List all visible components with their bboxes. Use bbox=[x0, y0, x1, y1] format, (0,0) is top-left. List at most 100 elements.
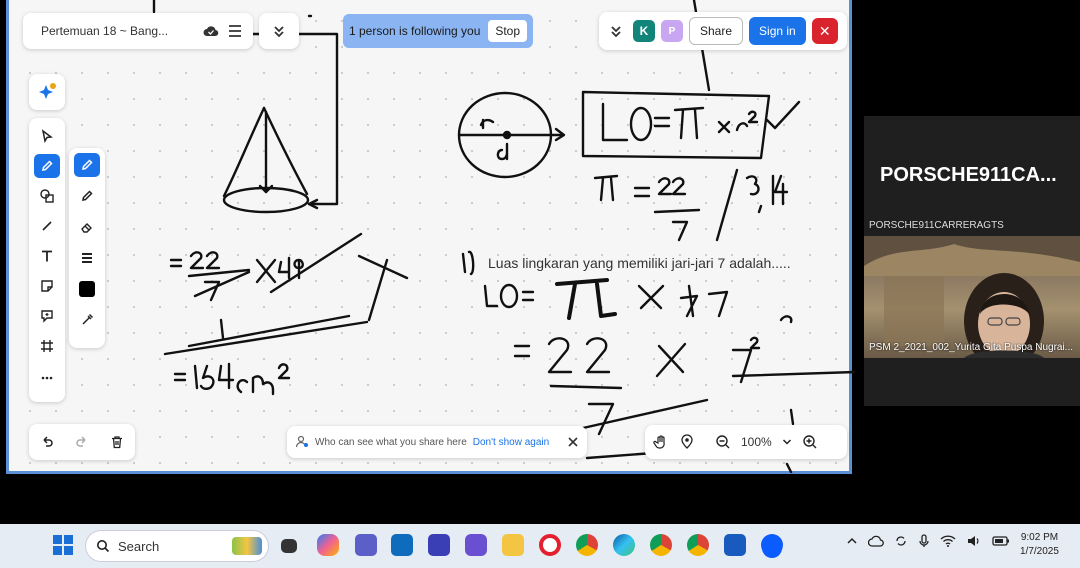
ink-drawing bbox=[152, 0, 855, 474]
people-settings-icon bbox=[295, 435, 309, 449]
chevron-down-icon bbox=[782, 439, 791, 445]
microphone-icon[interactable] bbox=[918, 534, 930, 548]
app-icon-blue[interactable] bbox=[428, 534, 450, 556]
battery-icon[interactable] bbox=[992, 535, 1010, 547]
zoom-out-icon bbox=[716, 435, 730, 449]
pen-tool[interactable] bbox=[34, 154, 60, 178]
wifi-icon[interactable] bbox=[940, 534, 956, 548]
question-text: Luas lingkaran yang memiliki jari-jari 7… bbox=[488, 255, 791, 271]
sticky-note-tool[interactable] bbox=[34, 274, 60, 298]
text-tool[interactable] bbox=[34, 244, 60, 268]
dont-show-again-link[interactable]: Don't show again bbox=[473, 437, 549, 448]
line-tool[interactable] bbox=[34, 214, 60, 238]
stop-following-button[interactable]: Stop bbox=[488, 20, 527, 42]
delete-button[interactable] bbox=[110, 435, 124, 449]
trash-icon bbox=[112, 436, 123, 449]
chevron-up-icon[interactable] bbox=[846, 535, 858, 547]
app-icon-cube[interactable] bbox=[465, 534, 487, 556]
pen-options bbox=[69, 148, 105, 348]
stroke-width-option[interactable] bbox=[74, 246, 100, 270]
sign-in-button[interactable]: Sign in bbox=[749, 17, 806, 45]
board-title[interactable]: Pertemuan 18 ~ Bang... bbox=[41, 24, 195, 38]
shapes-icon bbox=[40, 189, 54, 203]
shapes-tool[interactable] bbox=[34, 184, 60, 208]
edge-icon[interactable] bbox=[613, 534, 635, 556]
collapse-participants-button[interactable] bbox=[605, 24, 627, 38]
chrome-icon[interactable] bbox=[576, 534, 598, 556]
participant-video[interactable]: PSM 2_2021_002_Yurita Gita Puspa Nugrai.… bbox=[864, 236, 1080, 358]
privacy-text: Who can see what you share here bbox=[315, 436, 467, 448]
chrome-profile-k-icon[interactable] bbox=[687, 534, 709, 556]
following-message: 1 person is following you bbox=[349, 24, 481, 38]
zoom-app-icon[interactable] bbox=[761, 534, 783, 556]
undo-button[interactable] bbox=[40, 435, 54, 449]
opera-icon[interactable] bbox=[539, 534, 561, 556]
word-icon[interactable] bbox=[724, 534, 746, 556]
sticky-note-icon bbox=[41, 280, 53, 292]
file-explorer-icon[interactable] bbox=[502, 534, 524, 556]
share-button[interactable]: Share bbox=[689, 17, 744, 45]
chrome-profile-v-icon[interactable] bbox=[650, 534, 672, 556]
taskbar-search[interactable]: Search bbox=[86, 531, 268, 561]
avatar-k[interactable]: K bbox=[633, 20, 655, 42]
clock-date: 1/7/2025 bbox=[1020, 546, 1059, 557]
windows-taskbar: Search 9:02 PM 1/7/2025 bbox=[0, 524, 1080, 568]
screen: Luas lingkaran yang memiliki jari-jari 7… bbox=[0, 0, 1080, 568]
zoom-dropdown-button[interactable] bbox=[782, 437, 792, 447]
eraser-option[interactable] bbox=[74, 215, 100, 239]
system-clock[interactable]: 9:02 PM 1/7/2025 bbox=[1020, 531, 1059, 559]
menu-icon[interactable] bbox=[227, 24, 243, 38]
search-icon bbox=[96, 539, 110, 553]
close-button[interactable]: ✕ bbox=[811, 18, 838, 44]
select-tool[interactable] bbox=[34, 124, 60, 148]
hand-icon bbox=[653, 435, 665, 449]
zoom-in-button[interactable] bbox=[802, 434, 818, 450]
outlook-icon[interactable] bbox=[391, 534, 413, 556]
task-view-icon[interactable] bbox=[281, 539, 297, 553]
locate-button[interactable] bbox=[679, 434, 695, 450]
whiteboard-canvas[interactable]: Luas lingkaran yang memiliki jari-jari 7… bbox=[6, 0, 855, 474]
redo-button[interactable] bbox=[75, 435, 89, 449]
black-color-swatch bbox=[79, 281, 95, 297]
cloud-icon[interactable] bbox=[868, 535, 884, 547]
comment-tool[interactable] bbox=[34, 304, 60, 328]
marker-option[interactable] bbox=[74, 184, 100, 208]
system-tray bbox=[846, 534, 1010, 548]
collapse-toolbar-button[interactable] bbox=[259, 13, 299, 49]
start-button[interactable] bbox=[53, 535, 73, 555]
double-chevron-down-icon bbox=[611, 26, 621, 38]
comment-icon bbox=[41, 310, 53, 323]
double-chevron-down-icon bbox=[272, 24, 286, 38]
board-title-bar: Pertemuan 18 ~ Bang... bbox=[23, 13, 253, 49]
sparkle-icon bbox=[37, 82, 57, 102]
sync-icon[interactable] bbox=[894, 534, 908, 548]
participant-panel: PORSCHE911CA... PORSCHE911CARRERAGTS PSM… bbox=[864, 116, 1080, 406]
pan-hand-button[interactable] bbox=[653, 434, 669, 450]
copilot-icon[interactable] bbox=[317, 534, 339, 556]
following-banner: 1 person is following you Stop bbox=[343, 14, 533, 48]
privacy-notice: Who can see what you share here Don't sh… bbox=[287, 426, 587, 458]
zoom-out-button[interactable] bbox=[715, 434, 731, 450]
color-option[interactable] bbox=[74, 277, 100, 301]
undo-icon bbox=[43, 436, 53, 447]
participant-name-label: PORSCHE911CARRERAGTS bbox=[869, 220, 1004, 231]
pen-option[interactable] bbox=[74, 153, 100, 177]
location-icon bbox=[681, 434, 693, 449]
volume-icon[interactable] bbox=[966, 534, 982, 548]
close-icon bbox=[568, 437, 578, 447]
avatar-p[interactable]: P bbox=[661, 20, 683, 42]
search-highlight-icon bbox=[232, 537, 262, 555]
zoom-level[interactable]: 100% bbox=[741, 435, 772, 449]
ai-assist-button[interactable] bbox=[29, 74, 65, 110]
frame-icon bbox=[41, 340, 53, 352]
color-picker-option[interactable] bbox=[74, 308, 100, 332]
text-icon bbox=[42, 250, 52, 262]
teams-icon[interactable] bbox=[355, 534, 377, 556]
dismiss-privacy-button[interactable] bbox=[567, 436, 579, 448]
windows-logo-icon bbox=[53, 535, 73, 555]
tool-palette bbox=[29, 118, 65, 402]
video-frame bbox=[864, 236, 1080, 358]
frame-tool[interactable] bbox=[34, 334, 60, 358]
clock-time: 9:02 PM bbox=[1020, 532, 1059, 543]
more-tools[interactable] bbox=[34, 364, 60, 388]
